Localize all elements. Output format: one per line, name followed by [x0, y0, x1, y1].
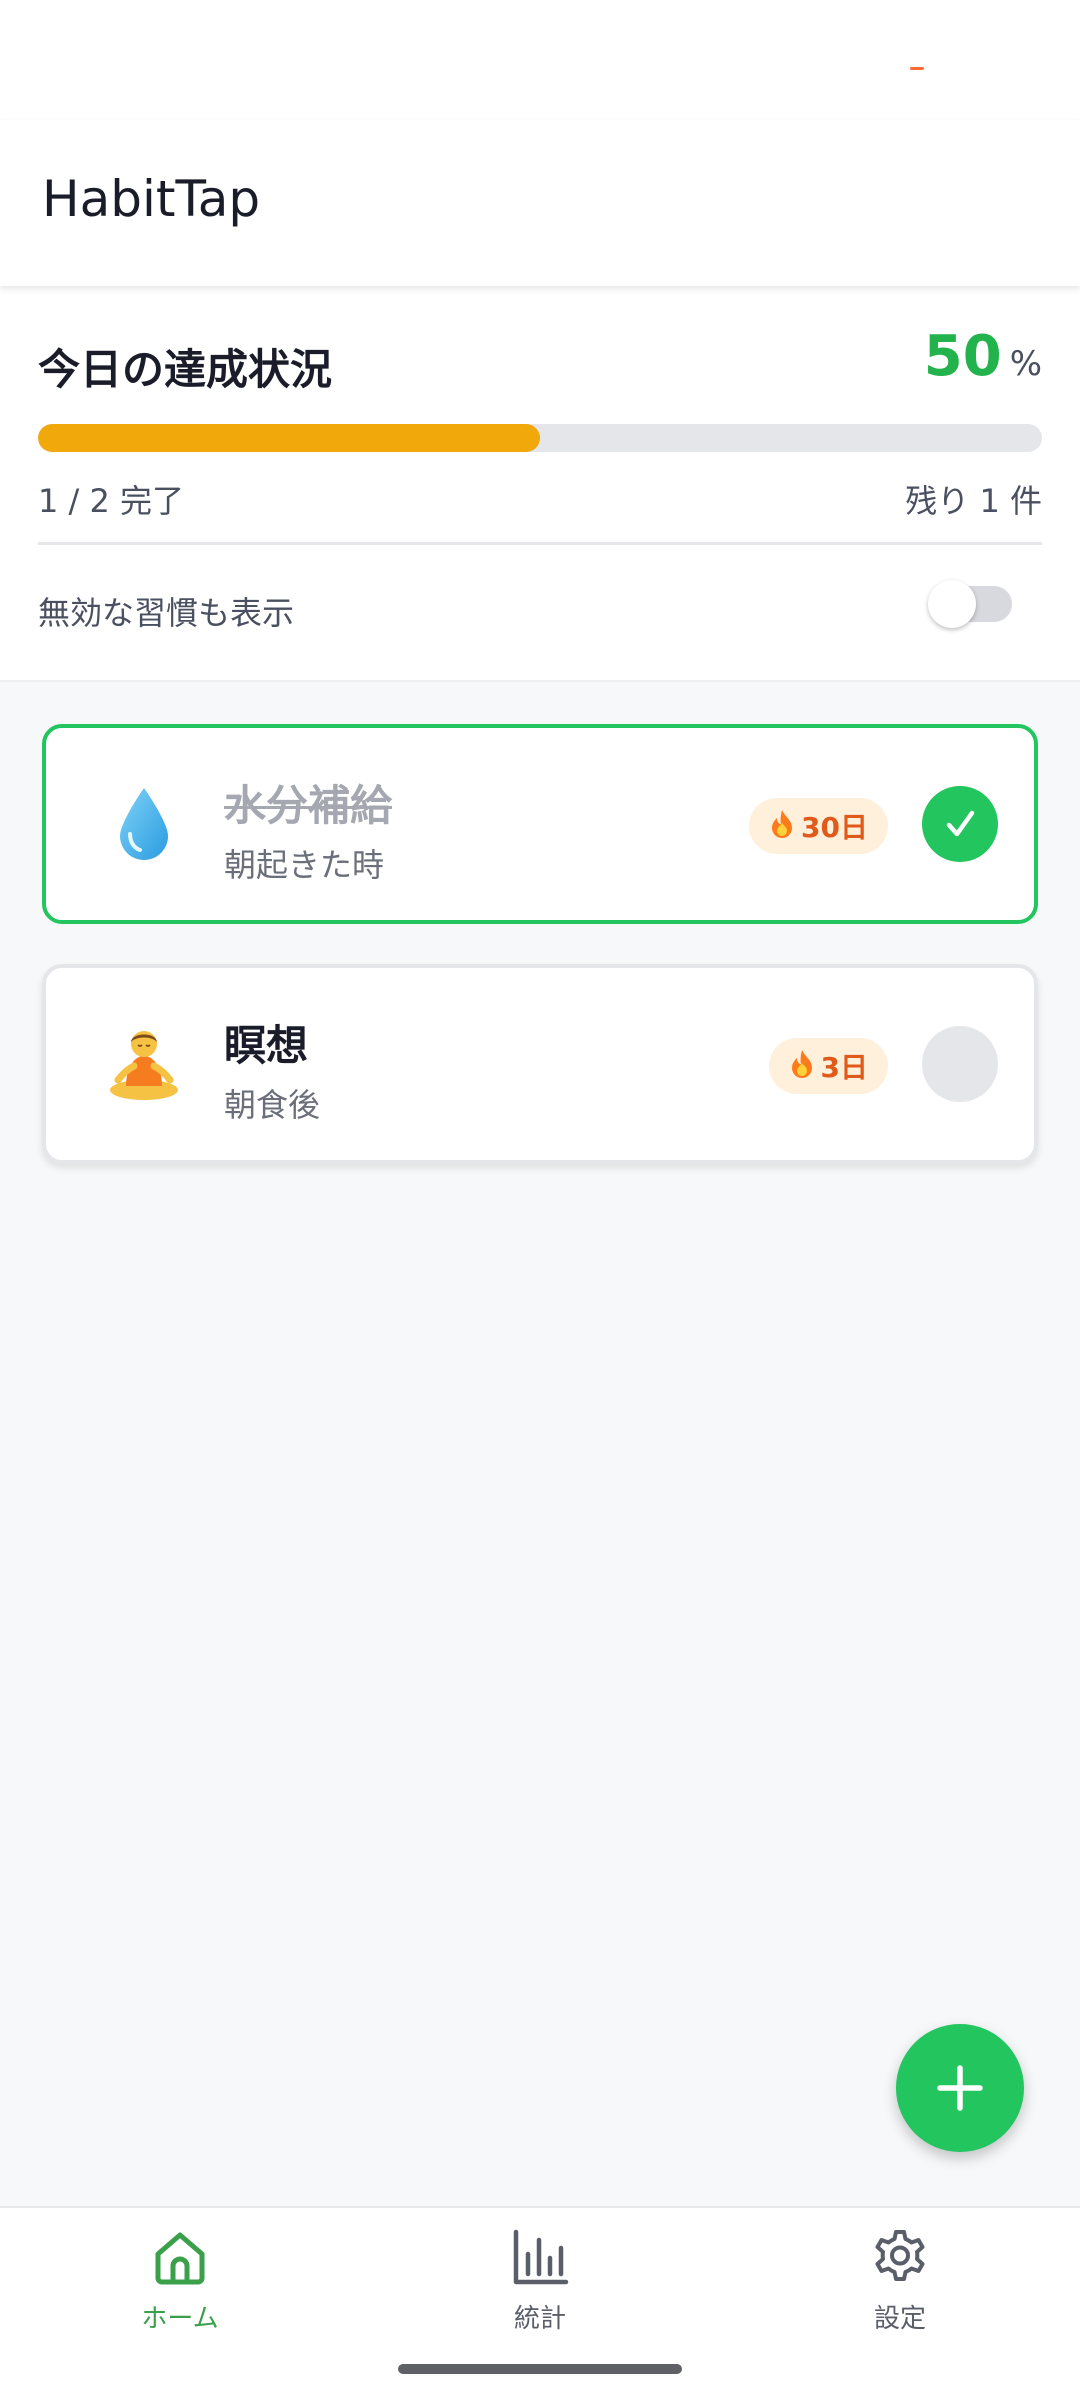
nav-label-home: ホーム — [141, 2304, 219, 2334]
habit-card[interactable]: 瞑想 朝食後 3日 — [42, 964, 1038, 1164]
habit-time: 朝食後 — [224, 1086, 321, 1124]
toggle-knob — [928, 580, 976, 628]
nav-item-stats[interactable]: 統計 — [440, 2226, 640, 2366]
nav-label-settings: 設定 — [873, 2304, 926, 2334]
percent-sign: % — [1009, 344, 1042, 384]
home-icon — [155, 2232, 205, 2285]
meditation-icon — [96, 1016, 192, 1112]
streak-days: 3日 — [820, 1051, 868, 1084]
nav-label-stats: 統計 — [513, 2304, 566, 2334]
app-title: HabitTap — [42, 170, 261, 228]
add-habit-button[interactable] — [896, 2024, 1024, 2152]
streak-days: 30日 — [801, 811, 868, 844]
app-header: HabitTap — [0, 120, 1080, 286]
droplet-icon — [96, 776, 192, 872]
fire-icon — [789, 1049, 815, 1083]
nav-item-settings[interactable]: 設定 — [800, 2226, 1000, 2366]
divider — [38, 542, 1042, 545]
streak-badge: 30日 — [749, 798, 888, 854]
streak-badge: 3日 — [768, 1038, 888, 1094]
status-bar — [0, 0, 1080, 120]
plus-icon — [937, 2065, 983, 2111]
complete-toggle-button[interactable] — [922, 786, 998, 862]
summary-title: 今日の達成状況 — [38, 345, 333, 394]
check-icon — [946, 810, 975, 837]
show-inactive-toggle[interactable] — [928, 580, 1012, 628]
progress-bar-fill — [38, 424, 540, 452]
fire-icon — [769, 809, 795, 843]
completion-percent: 50 % — [924, 324, 1042, 389]
bar-chart-icon — [513, 2229, 569, 2285]
show-inactive-label: 無効な習慣も表示 — [38, 594, 295, 632]
nav-item-home[interactable]: ホーム — [80, 2226, 280, 2366]
status-indicator — [910, 67, 924, 70]
home-indicator — [398, 2364, 682, 2374]
progress-bar — [38, 424, 1042, 452]
complete-toggle-button[interactable] — [922, 1026, 998, 1102]
completed-count: 1 / 2 完了 — [38, 482, 185, 520]
gear-icon — [875, 2230, 925, 2281]
habit-name: 水分補給 — [224, 781, 393, 830]
daily-summary: 今日の達成状況 50 % 1 / 2 完了 残り 1 件 無効な習慣も表示 — [0, 286, 1080, 682]
remaining-count: 残り 1 件 — [905, 482, 1042, 520]
habit-time: 朝起きた時 — [224, 846, 385, 884]
habit-card[interactable]: 水分補給 朝起きた時 30日 — [42, 724, 1038, 924]
habit-name: 瞑想 — [224, 1021, 309, 1070]
percent-value: 50 — [923, 324, 1002, 389]
